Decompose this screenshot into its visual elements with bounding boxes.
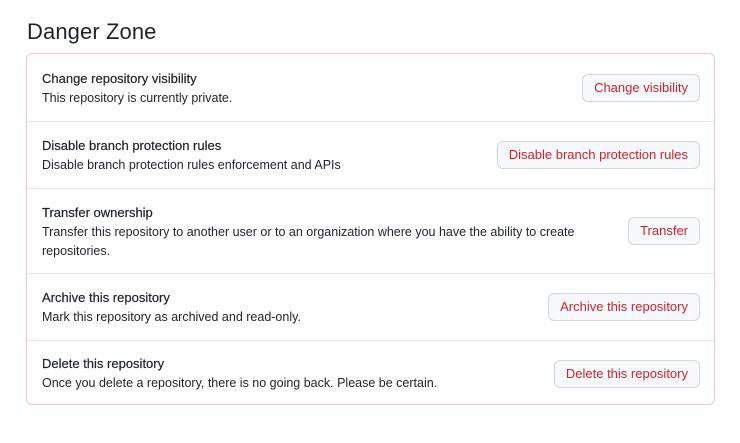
delete-repository-button[interactable]: Delete this repository [553, 360, 700, 388]
danger-row-text: Disable branch protection rules Disable … [42, 137, 341, 175]
danger-row-text: Archive this repository Mark this reposi… [42, 289, 301, 327]
row-description: Transfer this repository to another user… [42, 225, 575, 239]
danger-row-transfer: Transfer ownership Transfer this reposit… [27, 188, 714, 273]
disable-branch-protection-button[interactable]: Disable branch protection rules [496, 141, 700, 169]
row-title: Disable branch protection rules [42, 138, 222, 153]
row-title: Transfer ownership [42, 205, 153, 220]
transfer-button[interactable]: Transfer [628, 217, 700, 245]
row-title: Change repository visibility [42, 71, 197, 86]
danger-row-archive: Archive this repository Mark this reposi… [27, 273, 714, 340]
danger-row-text: Transfer ownership Transfer this reposit… [42, 204, 575, 261]
danger-row-delete: Delete this repository Once you delete a… [27, 340, 714, 404]
danger-row-branch-protection: Disable branch protection rules Disable … [27, 121, 714, 188]
row-title: Delete this repository [42, 356, 165, 371]
row-description-continued: repositories. [42, 244, 111, 258]
row-description: Mark this repository as archived and rea… [42, 310, 301, 324]
row-title: Archive this repository [42, 290, 170, 305]
danger-zone-box: Change repository visibility This reposi… [26, 53, 715, 405]
change-visibility-button[interactable]: Change visibility [582, 74, 700, 102]
row-description: Once you delete a repository, there is n… [42, 376, 438, 390]
row-description: Disable branch protection rules enforcem… [42, 158, 341, 172]
danger-row-text: Delete this repository Once you delete a… [42, 355, 437, 393]
danger-row-text: Change repository visibility This reposi… [42, 70, 232, 108]
danger-zone-heading: Danger Zone [27, 19, 157, 44]
danger-row-visibility: Change repository visibility This reposi… [27, 54, 714, 121]
row-description: This repository is currently private. [42, 91, 233, 105]
archive-repository-button[interactable]: Archive this repository [548, 293, 700, 321]
